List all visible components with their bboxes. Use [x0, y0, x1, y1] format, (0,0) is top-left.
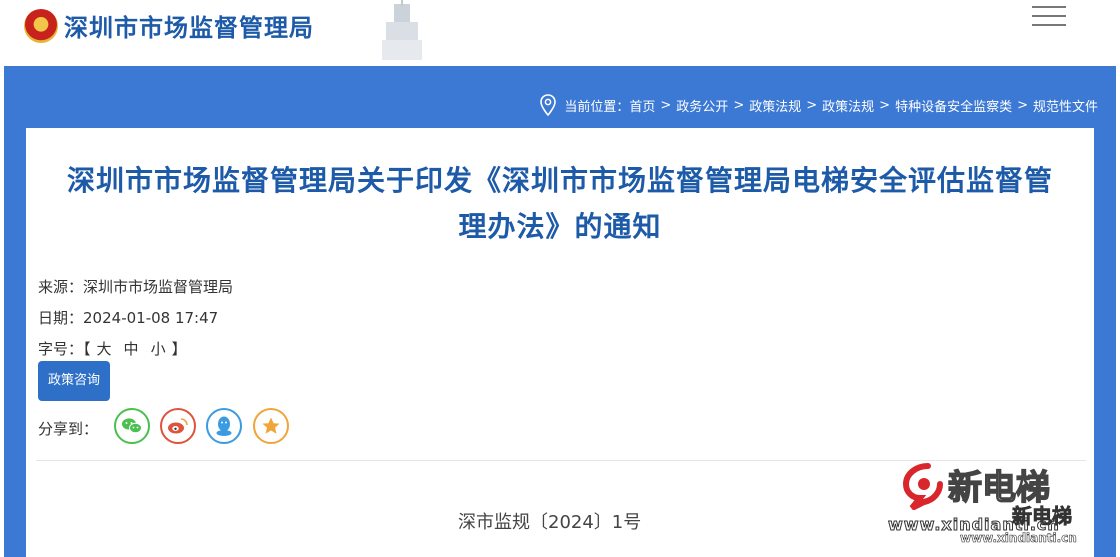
article-source: 来源：深圳市市场监督管理局 [38, 276, 233, 297]
breadcrumb: 当前位置： 首页 > 政务公开 > 政策法规 > 政策法规 > 特种设备安全监察… [540, 94, 1098, 116]
policy-consult-button[interactable]: 政策咨询 [38, 361, 110, 401]
breadcrumb-item-policies[interactable]: 政策法规 [749, 96, 801, 115]
blue-banner: 当前位置： 首页 > 政务公开 > 政策法规 > 政策法规 > 特种设备安全监察… [4, 66, 1116, 128]
wechat-icon[interactable] [114, 408, 150, 444]
font-size-small-option[interactable]: 小 [151, 340, 166, 358]
breadcrumb-item-normative-docs[interactable]: 规范性文件 [1033, 96, 1098, 115]
font-size-selector: 字号：【大中小】 [38, 338, 187, 359]
building-illustration [382, 0, 422, 60]
font-bracket-close: 】 [171, 340, 187, 358]
date-label: 日期： [38, 309, 84, 327]
weibo-icon[interactable] [160, 408, 196, 444]
breadcrumb-item-home[interactable]: 首页 [629, 96, 655, 115]
content-divider [36, 460, 1086, 461]
font-bracket-open: 【 [83, 340, 91, 358]
breadcrumb-item-gov-affairs[interactable]: 政务公开 [676, 96, 728, 115]
watermark-brand-small: 新电梯 [1012, 504, 1073, 529]
site-title[interactable]: 深圳市市场监督管理局 [64, 8, 314, 43]
font-size-large-option[interactable]: 大 [97, 340, 112, 358]
article-date: 日期：2024-01-08 17:47 [38, 307, 218, 328]
share-label: 分享到： [38, 420, 99, 438]
police-emblem-icon [24, 9, 58, 43]
right-blue-border [1094, 128, 1116, 557]
breadcrumb-item-special-equipment[interactable]: 特种设备安全监察类 [895, 96, 1012, 115]
date-value: 2024-01-08 17:47 [83, 309, 219, 327]
breadcrumb-separator: > [660, 97, 672, 113]
font-size-medium-option[interactable]: 中 [124, 340, 139, 358]
breadcrumb-separator: > [879, 97, 891, 113]
font-size-label: 字号： [38, 340, 84, 358]
left-blue-border [4, 128, 26, 557]
favorite-icon[interactable] [253, 408, 289, 444]
breadcrumb-separator: > [1017, 97, 1028, 113]
qq-icon[interactable] [206, 408, 242, 444]
breadcrumb-separator: > [733, 97, 745, 113]
location-pin-icon [540, 94, 557, 116]
article-title-line1: 深圳市市场监督管理局关于印发《深圳市市场监督管理局电梯安全评估监督管 [66, 164, 1053, 197]
top-header: 深圳市市场监督管理局 [0, 0, 1120, 66]
article-title: 深圳市市场监督管理局关于印发《深圳市市场监督管理局电梯安全评估监督管 理办法》的… [34, 158, 1086, 250]
hamburger-menu-icon[interactable] [1032, 6, 1066, 28]
watermark-url-small: www.xindianti.cn [960, 531, 1077, 546]
watermark-logo-icon [902, 463, 943, 510]
breadcrumb-item-policies-sub[interactable]: 政策法规 [822, 96, 874, 115]
article-title-line2: 理办法》的通知 [458, 210, 662, 243]
source-label: 来源： [38, 278, 84, 296]
breadcrumb-separator: > [806, 97, 818, 113]
document-number: 深市监规〔2024〕1号 [458, 512, 642, 533]
breadcrumb-prefix: 当前位置： [564, 99, 630, 115]
source-value: 深圳市市场监督管理局 [83, 278, 234, 296]
